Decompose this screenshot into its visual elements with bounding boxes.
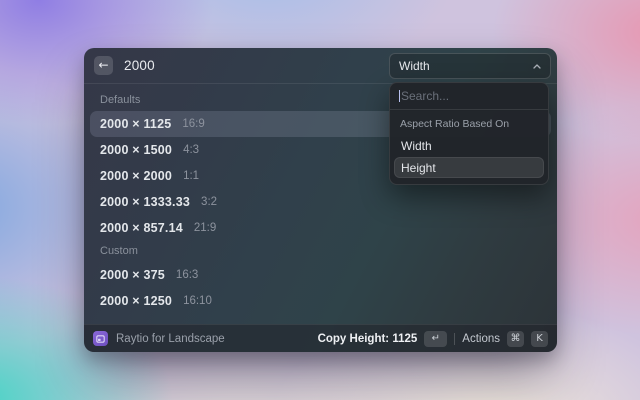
width-value-input[interactable]: 2000 [124,58,155,73]
size-ratio: 1:1 [183,170,199,182]
size-row[interactable]: 2000 × 1250 16:10 [90,288,551,314]
aspect-basis-dropdown: Search... Aspect Ratio Based On WidthHei… [389,82,549,185]
size-dimensions: 2000 × 857.14 [100,221,183,235]
chevron-up-icon [533,64,541,69]
dropdown-search-input[interactable]: Search... [390,83,548,109]
dropdown-options: WidthHeight [390,135,548,178]
list-section-title: Custom [100,245,541,257]
primary-action-label[interactable]: Copy Height: 1125 [318,333,418,345]
app-name: Raytio for Landscape [116,333,225,345]
text-caret [399,90,400,102]
footer-bar: Raytio for Landscape Copy Height: 1125 ↵… [84,324,557,352]
size-ratio: 4:3 [183,144,199,156]
size-row[interactable]: 2000 × 375 16:3 [90,262,551,288]
size-ratio: 21:9 [194,222,216,234]
raytio-logo-icon [93,331,108,346]
launcher-window: ← 2000 Width Defaults2000 × 112516:92000… [84,48,557,352]
size-ratio: 16:9 [182,118,204,130]
actions-button[interactable]: Actions [462,333,500,345]
back-arrow-icon: ← [98,58,108,72]
enter-key[interactable]: ↵ [424,331,447,347]
size-dimensions: 2000 × 1125 [100,117,171,131]
footer-app: Raytio for Landscape [93,331,225,346]
cmd-key[interactable]: ⌘ [507,331,524,347]
size-dimensions: 2000 × 2000 [100,169,172,183]
size-row[interactable]: 2000 × 1333.33 3:2 [90,189,551,215]
size-ratio: 16:3 [176,269,198,281]
select-value: Width [399,59,430,73]
dropdown-option-height[interactable]: Height [394,157,544,178]
titlebar: ← 2000 Width [84,48,557,84]
size-dimensions: 2000 × 1500 [100,143,172,157]
dropdown-section-title: Aspect Ratio Based On [390,110,548,134]
size-ratio: 3:2 [201,196,217,208]
size-dimensions: 2000 × 375 [100,268,165,282]
desktop-background: ← 2000 Width Defaults2000 × 112516:92000… [0,0,640,400]
footer-actions: Copy Height: 1125 ↵ Actions ⌘ K [318,331,548,347]
size-dimensions: 2000 × 1333.33 [100,195,190,209]
size-row[interactable]: 2000 × 857.14 21:9 [90,215,551,241]
k-key[interactable]: K [531,331,548,347]
search-placeholder: Search... [401,89,449,103]
aspect-basis-select[interactable]: Width [389,53,551,79]
footer-divider [454,333,455,345]
dropdown-option-width[interactable]: Width [394,135,544,156]
size-dimensions: 2000 × 1250 [100,294,172,308]
back-button[interactable]: ← [94,56,113,75]
size-ratio: 16:10 [183,295,212,307]
